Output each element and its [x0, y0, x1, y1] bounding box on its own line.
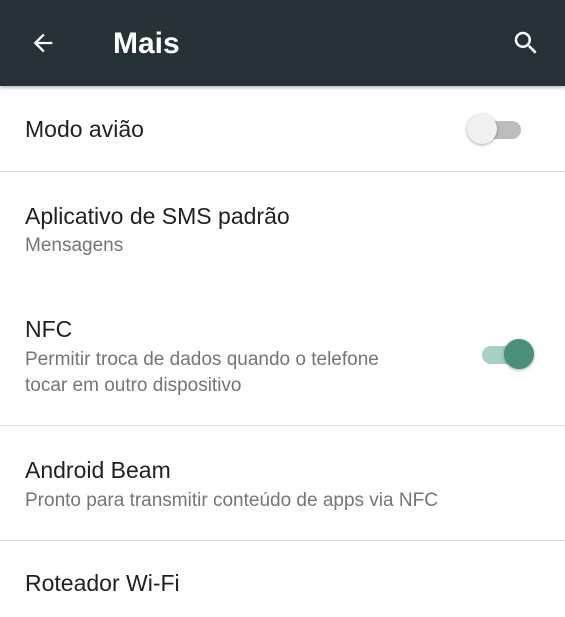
- default-sms-app-row[interactable]: Aplicativo de SMS padrão Mensagens: [0, 172, 565, 284]
- arrow-back-icon: [33, 33, 53, 53]
- default-sms-app-subtitle: Mensagens: [25, 235, 124, 256]
- android-beam-row[interactable]: Android Beam Pronto para transmitir cont…: [0, 426, 565, 540]
- nfc-title: NFC: [25, 316, 73, 342]
- nfc-toggle[interactable]: [474, 334, 534, 374]
- nfc-subtitle-line1: Permitir troca de dados quando o telefon…: [25, 349, 379, 370]
- search-button[interactable]: [505, 22, 547, 64]
- wifi-hotspot-row[interactable]: Roteador Wi-Fi: [0, 541, 565, 617]
- android-beam-subtitle: Pronto para transmitir conteúdo de apps …: [25, 490, 438, 511]
- app-toolbar: Mais: [0, 0, 565, 86]
- default-sms-app-title: Aplicativo de SMS padrão: [25, 203, 290, 229]
- settings-screen: Mais Modo avião Aplicativo de SMS padrão…: [0, 0, 565, 617]
- search-icon: [514, 31, 537, 54]
- toggle-thumb: [504, 339, 534, 369]
- toggle-thumb: [467, 114, 497, 144]
- nfc-row[interactable]: NFC Permitir troca de dados quando o tel…: [0, 284, 565, 424]
- airplane-mode-title: Modo avião: [25, 116, 144, 142]
- android-beam-title: Android Beam: [25, 457, 171, 483]
- airplane-mode-toggle[interactable]: [467, 109, 527, 149]
- wifi-hotspot-title: Roteador Wi-Fi: [25, 570, 180, 596]
- nfc-subtitle-line2: tocar em outro dispositivo: [25, 375, 242, 396]
- airplane-mode-row[interactable]: Modo avião: [0, 86, 565, 171]
- page-title: Mais: [113, 27, 180, 60]
- back-button[interactable]: [22, 22, 64, 64]
